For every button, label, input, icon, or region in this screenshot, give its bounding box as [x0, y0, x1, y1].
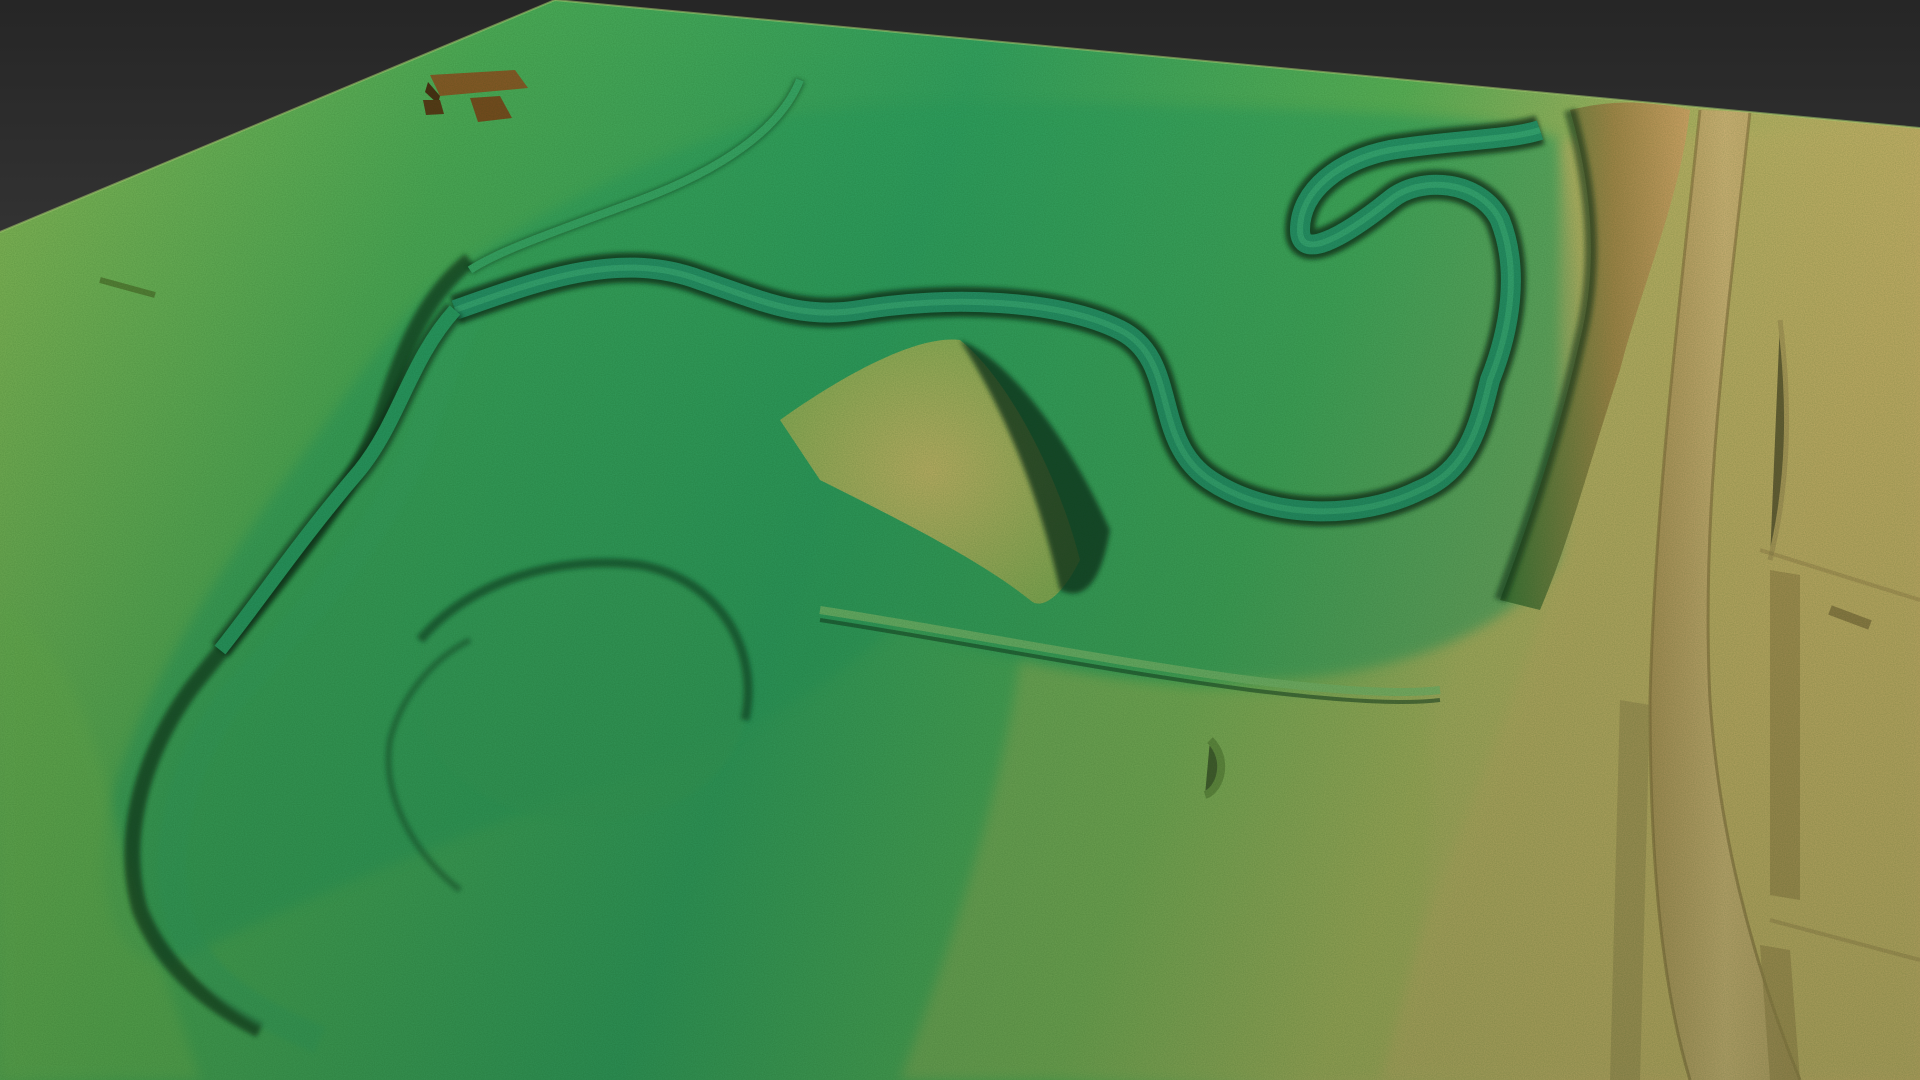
shading-overlay: [0, 0, 1920, 1080]
terrain-surface[interactable]: [0, 0, 1920, 1080]
terrain-render[interactable]: [0, 0, 1920, 1080]
terrain-viewport[interactable]: [0, 0, 1920, 1080]
